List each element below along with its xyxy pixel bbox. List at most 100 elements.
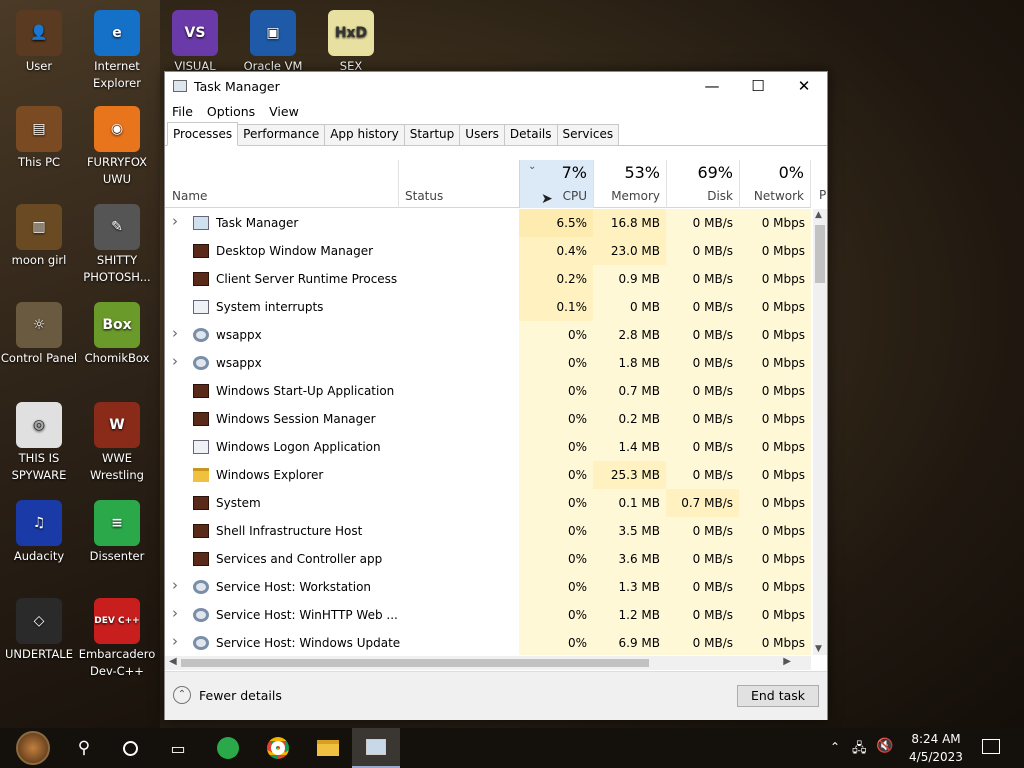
menu-file[interactable]: File [172,104,193,119]
title-bar[interactable]: Task Manager — ☐ ✕ [165,72,827,100]
taskbar-task-manager[interactable] [352,728,400,768]
scroll-down-icon[interactable]: ▼ [815,644,822,654]
desktop-icon[interactable]: 👤 User [0,10,78,75]
desktop-app-icon: ☼ [16,302,62,348]
tab-users[interactable]: Users [459,124,505,145]
process-row[interactable]: Client Server Runtime Process 0.2% 0.9 MB 0… [165,265,811,293]
search-button[interactable]: ⚲ [60,728,108,768]
desktop-icon[interactable]: ☼ Control Panel [0,302,78,367]
process-row[interactable]: › Service Host: Windows Update 0% 6.9 MB 0 M… [165,629,811,655]
tab-processes[interactable]: Processes [167,122,239,146]
close-button[interactable]: ✕ [781,72,827,100]
process-memory: 1.4 MB [593,433,666,461]
vertical-scroll-thumb[interactable] [815,225,825,283]
process-network: 0 Mbps [739,629,811,655]
desktop-icon[interactable]: ♫ Audacity [0,500,78,565]
desktop-icon[interactable]: DEV C++ Embarcadero Dev-C++ [78,598,156,680]
expand-chevron-icon[interactable]: › [172,212,178,230]
tab-services[interactable]: Services [556,124,620,145]
expand-chevron-icon[interactable]: › [172,576,178,594]
process-network: 0 Mbps [739,601,811,629]
desktop-icon[interactable]: ✎ SHITTY PHOTOSH... [78,204,156,286]
vertical-scrollbar[interactable]: ▲ ▼ [813,209,827,655]
process-name: Service Host: WinHTTP Web ... [216,608,398,622]
desktop-icon[interactable]: ≡ Dissenter [78,500,156,565]
start-button[interactable] [8,728,58,768]
process-memory: 1.3 MB [593,573,666,601]
expand-chevron-icon[interactable]: › [172,604,178,622]
tab-startup[interactable]: Startup [403,124,461,145]
desktop-icon[interactable]: ◎ THIS IS SPYWARE [0,402,78,484]
process-row[interactable]: Windows Explorer 0% 25.3 MB 0 MB/s 0 Mbps [165,461,811,489]
cortana-button[interactable] [106,728,154,768]
taskbar-file-explorer[interactable] [304,728,352,768]
process-name: Shell Infrastructure Host [216,524,363,538]
expand-chevron-icon[interactable]: › [172,632,178,650]
process-memory: 25.3 MB [593,461,666,489]
taskbar-dissenter[interactable] [204,728,252,768]
minimize-button[interactable]: — [689,72,735,100]
process-row[interactable]: Windows Start-Up Application 0% 0.7 MB 0 MB… [165,377,811,405]
desktop-icon[interactable]: ▤ This PC [0,106,78,171]
taskbar-chrome[interactable] [254,728,302,768]
clock-time[interactable]: 8:24 AM [904,732,968,746]
end-task-button[interactable]: End task [737,685,819,707]
task-view-button[interactable]: ▭ [154,728,202,768]
process-row[interactable]: › Service Host: Workstation 0% 1.3 MB 0 MB/s… [165,573,811,601]
desktop-icon[interactable]: Box ChomikBox [78,302,156,367]
collapse-chevron-icon[interactable]: ⌃ [173,686,191,704]
process-list[interactable]: › Task Manager 6.5% 16.8 MB 0 MB/s 0 Mbps Desk… [165,209,811,655]
action-center-icon[interactable] [982,739,1000,754]
column-power-partial[interactable]: P [819,188,826,202]
tab-performance[interactable]: Performance [237,124,326,145]
desktop-icon[interactable]: HxD SEX [312,10,390,75]
process-row[interactable]: System 0% 0.1 MB 0.7 MB/s 0 Mbps [165,489,811,517]
desktop-icon[interactable]: ▥ moon girl [0,204,78,269]
process-row[interactable]: Desktop Window Manager 0.4% 23.0 MB 0 MB/s 0… [165,237,811,265]
volume-muted-icon[interactable]: 🔇 [876,738,893,754]
scroll-left-icon[interactable]: ◀ [169,656,177,667]
expand-chevron-icon[interactable]: › [172,324,178,342]
process-row[interactable]: Windows Logon Application 0% 1.4 MB 0 MB/s 0… [165,433,811,461]
desktop-icon[interactable]: ◉ FURRYFOX UWU [78,106,156,188]
expand-chevron-icon[interactable]: › [172,352,178,370]
column-name[interactable]: Name [165,160,399,208]
column-cpu[interactable]: ⌄ 7% CPU [519,160,593,208]
process-row[interactable]: System interrupts 0.1% 0 MB 0 MB/s 0 Mbps [165,293,811,321]
process-row[interactable]: Services and Controller app 0% 3.6 MB 0 MB/… [165,545,811,573]
network-icon[interactable]: 🖧 [852,739,867,761]
process-name: Windows Explorer [216,468,324,482]
column-memory[interactable]: 53% Memory [593,160,666,208]
maximize-button[interactable]: ☐ [735,72,781,100]
scroll-up-icon[interactable]: ▲ [815,210,822,220]
desktop-icon[interactable]: ◇ UNDERTALE [0,598,78,663]
desktop-icon[interactable]: W WWE Wrestling [78,402,156,484]
scroll-right-icon[interactable]: ▶ [783,656,791,667]
process-cpu: 0% [519,573,593,601]
process-row[interactable]: › wsappx 0% 2.8 MB 0 MB/s 0 Mbps [165,321,811,349]
horizontal-scroll-thumb[interactable] [181,659,649,667]
column-disk[interactable]: 69% Disk [666,160,739,208]
process-row[interactable]: Shell Infrastructure Host 0% 3.5 MB 0 MB/s 0… [165,517,811,545]
desktop-icon[interactable]: ▣ Oracle VM [234,10,312,75]
process-row[interactable]: › Task Manager 6.5% 16.8 MB 0 MB/s 0 Mbps [165,209,811,237]
fewer-details-link[interactable]: Fewer details [199,688,282,703]
process-name: Task Manager [216,216,299,230]
column-status[interactable]: Status [399,160,519,208]
process-row[interactable]: Windows Session Manager 0% 0.2 MB 0 MB/s 0 M… [165,405,811,433]
desktop-icon[interactable]: VS VISUAL [156,10,234,75]
column-network[interactable]: 0% Network [739,160,811,208]
process-cpu: 0% [519,489,593,517]
tab-app-history[interactable]: App history [324,124,405,145]
desktop-app-icon: W [94,402,140,448]
process-row[interactable]: › wsappx 0% 1.8 MB 0 MB/s 0 Mbps [165,349,811,377]
desktop-icon[interactable]: e Internet Explorer [78,10,156,92]
process-disk: 0 MB/s [666,573,739,601]
menu-view[interactable]: View [269,104,299,119]
horizontal-scrollbar[interactable]: ◀ ▶ [165,656,811,670]
tab-details[interactable]: Details [503,124,558,145]
process-row[interactable]: › Service Host: WinHTTP Web ... 0% 1.2 MB 0 … [165,601,811,629]
menu-options[interactable]: Options [207,104,255,119]
clock-date[interactable]: 4/5/2023 [904,750,968,764]
show-hidden-icons[interactable]: ⌃ [830,740,840,754]
